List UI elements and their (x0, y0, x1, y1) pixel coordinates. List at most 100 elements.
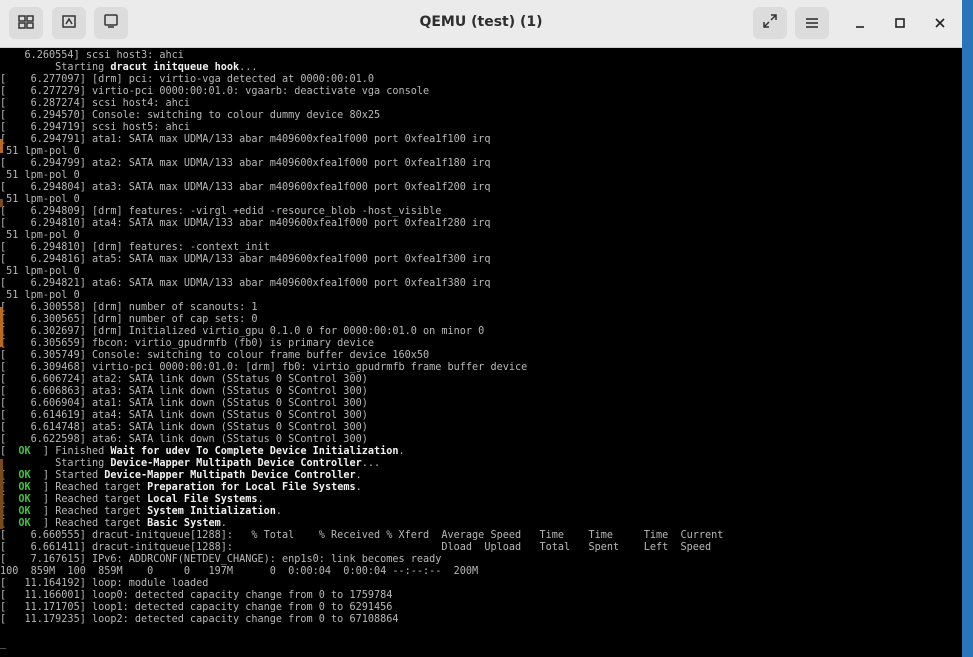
screenshot-icon (61, 13, 77, 33)
ok-status: OK (18, 505, 31, 517)
console-line: [ 6.606904] ata1: SATA link down (SStatu… (0, 397, 943, 409)
console-text: [ 6.294804] ata3: SATA max UDMA/133 abar… (0, 181, 491, 193)
console-line: [ 6.294799] ata2: SATA max UDMA/133 abar… (0, 157, 943, 169)
unit-name: Device-Mapper Multipath Device Controlle… (110, 457, 362, 469)
console-text: [ 6.606904] ata1: SATA link down (SStatu… (0, 397, 368, 409)
maximize-icon (894, 15, 906, 33)
console-line: [ OK ] Reached target System Initializat… (0, 505, 943, 517)
fullscreen-button[interactable] (753, 7, 787, 39)
console-line: [ 6.300565] [drm] number of cap sets: 0 (0, 313, 943, 325)
left-edge-markers (0, 49, 3, 657)
window-title: QEMU (test) (1) (419, 14, 543, 30)
console-line: 6.260554] scsi host3: ahci (0, 49, 943, 61)
console-line: [ 7.167615] IPv6: ADDRCONF(NETDEV_CHANGE… (0, 553, 943, 565)
close-button[interactable] (929, 13, 951, 35)
console-text: [ 6.614619] ata4: SATA link down (SStatu… (0, 409, 368, 421)
console-text: 51 lpm-pol 0 (0, 145, 80, 157)
ok-status: OK (18, 493, 31, 505)
tabs-button[interactable] (9, 7, 43, 39)
console-line: Starting dracut initqueue hook... (0, 61, 943, 73)
console-text: [ 11.166001] loop0: detected capacity ch… (0, 589, 393, 601)
console-text: [ 6.300565] [drm] number of cap sets: 0 (0, 313, 258, 325)
console-text: [ 11.179235] loop2: detected capacity ch… (0, 613, 399, 625)
console-line: [ 6.302697] [drm] Initialized virtio_gpu… (0, 325, 943, 337)
console-text: 51 lpm-pol 0 (0, 193, 80, 205)
console-line: [ 6.277279] virtio-pci 0000:00:01.0: vga… (0, 85, 943, 97)
console-text: [ 6.294791] ata1: SATA max UDMA/133 abar… (0, 133, 491, 145)
console-line: [ 6.606724] ata2: SATA link down (SStatu… (0, 373, 943, 385)
console-text: ] Reached target (30, 493, 148, 505)
console-line: [ OK ] Reached target Preparation for Lo… (0, 481, 943, 493)
console-text: [ 6.606863] ata3: SATA link down (SStatu… (0, 385, 368, 397)
console-text: [ 6.287274] scsi host4: ahci (0, 97, 191, 109)
edge-marker (0, 139, 3, 153)
console-text-tail: . (220, 517, 227, 529)
console-line: [ OK ] Reached target Local File Systems… (0, 493, 943, 505)
console-text: [ 6.277279] virtio-pci 0000:00:01.0: vga… (0, 85, 430, 97)
console-text: [ 6.309468] virtio-pci 0000:00:01.0: [dr… (0, 361, 528, 373)
console-text-tail: . (275, 505, 283, 517)
console-line: [ OK ] Finished Wait for udev To Complet… (0, 445, 943, 457)
unit-name: Wait for udev To Complete Device Initial… (110, 445, 399, 457)
text-cursor: _ (0, 637, 943, 649)
console-text: [ 6.660555] dracut-initqueue[1288]: % To… (0, 529, 724, 541)
console-text: [ 6.294799] ata2: SATA max UDMA/133 abar… (0, 157, 491, 169)
menu-button[interactable] (795, 7, 829, 39)
console-text: [ 6.294809] [drm] features: -virgl +edid… (0, 205, 442, 217)
terminal-console[interactable]: 6.260554] scsi host3: ahci Starting drac… (0, 49, 962, 657)
console-line: Starting Device-Mapper Multipath Device … (0, 457, 943, 469)
screenshot-button[interactable] (52, 7, 86, 39)
console-line: [ 6.614748] ata5: SATA link down (SStatu… (0, 421, 943, 433)
console-text: [ 6.606724] ata2: SATA link down (SStatu… (0, 373, 368, 385)
console-line: [ OK ] Started Device-Mapper Multipath D… (0, 469, 943, 481)
console-line: [ 6.305659] fbcon: virtio_gpudrmfb (fb0)… (0, 337, 943, 349)
console-text: [ 6.300558] [drm] number of scanouts: 1 (0, 301, 258, 313)
console-text: [ 6.294816] ata5: SATA max UDMA/133 abar… (0, 253, 491, 265)
title-bar: QEMU (test) (1) (0, 0, 962, 48)
console-text: 100 859M 100 859M 0 0 197M 0 0:00:04 0:0… (0, 565, 479, 577)
ok-status: OK (18, 469, 31, 481)
console-text: ] Reached target (30, 505, 148, 517)
console-text-tail: ... (239, 61, 258, 73)
console-line: [ 6.277097] [drm] pci: virtio-vga detect… (0, 73, 943, 85)
ok-status: OK (18, 445, 31, 457)
fullscreen-icon (762, 13, 778, 33)
ok-status: OK (18, 517, 31, 529)
console-text: ] Reached target (30, 481, 148, 493)
console-line: [ 6.606863] ata3: SATA link down (SStatu… (0, 385, 943, 397)
console-text-tail: . (398, 445, 405, 457)
console-text: [ 6.294810] ata4: SATA max UDMA/133 abar… (0, 217, 491, 229)
console-text: [ 11.164192] loop: module loaded (0, 577, 209, 589)
console-text: 51 lpm-pol 0 (0, 289, 80, 301)
console-text-tail: ... (361, 457, 381, 469)
console-line: [ 6.305749] Console: switching to colour… (0, 349, 943, 361)
console-text: [ 6.294810] [drm] features: -context_ini… (0, 241, 270, 253)
unit-name: Local File Systems (147, 493, 258, 505)
console-text: [ 6.294719] scsi host5: ahci (0, 121, 191, 133)
console-text-tail: . (257, 493, 264, 505)
console-line: [ 11.166001] loop0: detected capacity ch… (0, 589, 943, 601)
unit-name: Basic System (147, 517, 221, 529)
console-line: [ 6.294570] Console: switching to colour… (0, 109, 943, 121)
minimize-icon (854, 15, 866, 33)
minimize-button[interactable] (849, 13, 871, 35)
console-text: Starting (0, 61, 111, 73)
console-line: [ 6.300558] [drm] number of scanouts: 1 (0, 301, 943, 313)
console-line: 51 lpm-pol 0 (0, 229, 943, 241)
display-button[interactable] (94, 7, 128, 39)
edge-marker (0, 307, 3, 347)
console-text: ] Finished (30, 445, 111, 457)
console-text: Starting (0, 457, 111, 469)
console-line: 100 859M 100 859M 0 0 197M 0 0:00:04 0:0… (0, 565, 943, 577)
display-icon (103, 13, 119, 33)
console-line: [ 6.294810] ata4: SATA max UDMA/133 abar… (0, 217, 943, 229)
console-line: [ OK ] Reached target Basic System. (0, 517, 943, 529)
edge-marker (0, 459, 3, 529)
console-line: [ 6.614619] ata4: SATA link down (SStatu… (0, 409, 943, 421)
console-line: [ 6.294810] [drm] features: -context_ini… (0, 241, 943, 253)
ok-status: OK (18, 481, 31, 493)
console-line: [ 6.294719] scsi host5: ahci (0, 121, 943, 133)
console-text: 51 lpm-pol 0 (0, 229, 80, 241)
maximize-button[interactable] (889, 13, 911, 35)
console-text-tail: . (355, 469, 362, 481)
